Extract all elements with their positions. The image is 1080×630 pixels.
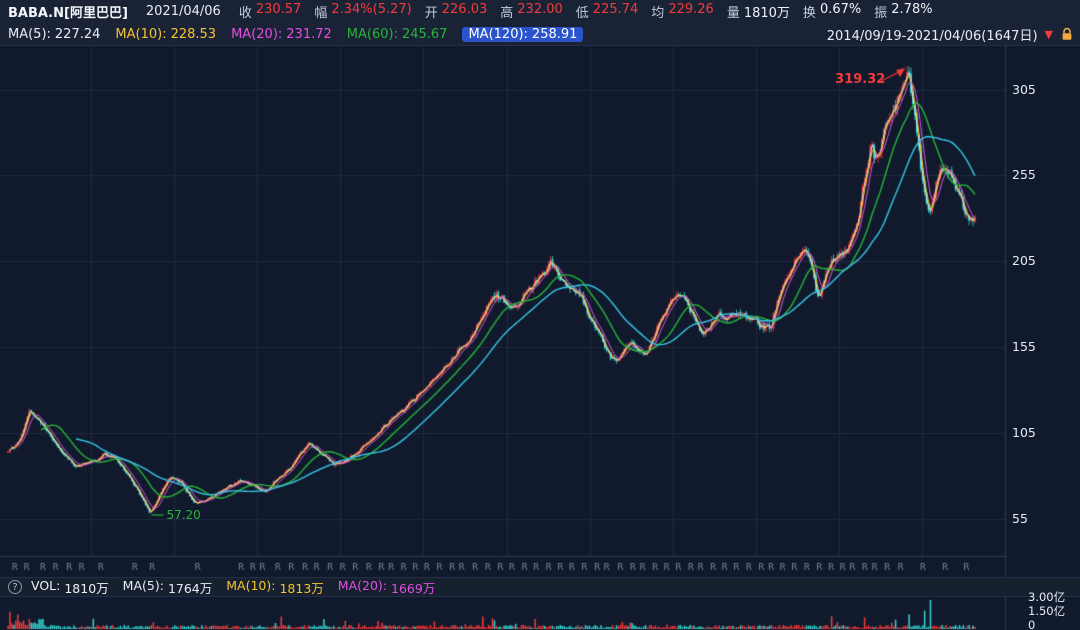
field-high: 高 232.00 (500, 2, 563, 21)
low-annotation: 57.20 (166, 508, 200, 522)
quote-date: 2021/04/06 (146, 4, 221, 19)
ma-legend-bar: MA(5): 227.24 MA(10): 228.53 MA(20): 231… (0, 23, 1080, 46)
vol-ma10: MA(10): 1813万 (226, 578, 324, 597)
field-average: 均 229.26 (651, 2, 714, 21)
stock-chart-window: BABA.N[阿里巴巴] 2021/04/06 收 230.57 幅 2.34%… (0, 0, 1080, 630)
ma20-legend: MA(20): 231.72 (231, 27, 332, 42)
field-amplitude: 振 2.78% (874, 2, 932, 21)
lock-icon[interactable] (1060, 27, 1074, 42)
ma120-legend[interactable]: MA(120): 258.91 (462, 27, 583, 42)
range-selector-area: 2014/09/19-2021/04/06(1647日) ▼ (827, 23, 1074, 46)
volume-legend-bar: ? VOL: 1810万 MA(5): 1764万 MA(10): 1813万 … (0, 577, 1080, 597)
quote-header-bar: BABA.N[阿里巴巴] 2021/04/06 收 230.57 幅 2.34%… (0, 0, 1080, 23)
ma5-legend: MA(5): 227.24 (8, 27, 100, 42)
date-range-label: 2014/09/19-2021/04/06(1647日) (827, 25, 1038, 44)
vol-value: VOL: 1810万 (31, 578, 109, 597)
field-change: 幅 2.34%(5.27) (314, 2, 411, 21)
main-chart-canvas[interactable] (0, 0, 1080, 630)
help-icon[interactable]: ? (8, 580, 22, 594)
ma60-legend: MA(60): 245.67 (347, 27, 448, 42)
field-open: 开 226.03 (425, 2, 488, 21)
ma10-legend: MA(10): 228.53 (115, 27, 216, 42)
field-volume: 量 1810万 (727, 2, 790, 21)
vol-ma20: MA(20): 1669万 (338, 578, 436, 597)
symbol-name: BABA.N[阿里巴巴] (8, 2, 128, 21)
high-annotation: 319.32 (835, 72, 885, 87)
field-turnover: 换 0.67% (803, 2, 861, 21)
field-close: 收 230.57 (239, 2, 302, 21)
field-low: 低 225.74 (576, 2, 639, 21)
vol-ma5: MA(5): 1764万 (123, 578, 213, 597)
dropdown-arrow-icon[interactable]: ▼ (1045, 29, 1053, 40)
